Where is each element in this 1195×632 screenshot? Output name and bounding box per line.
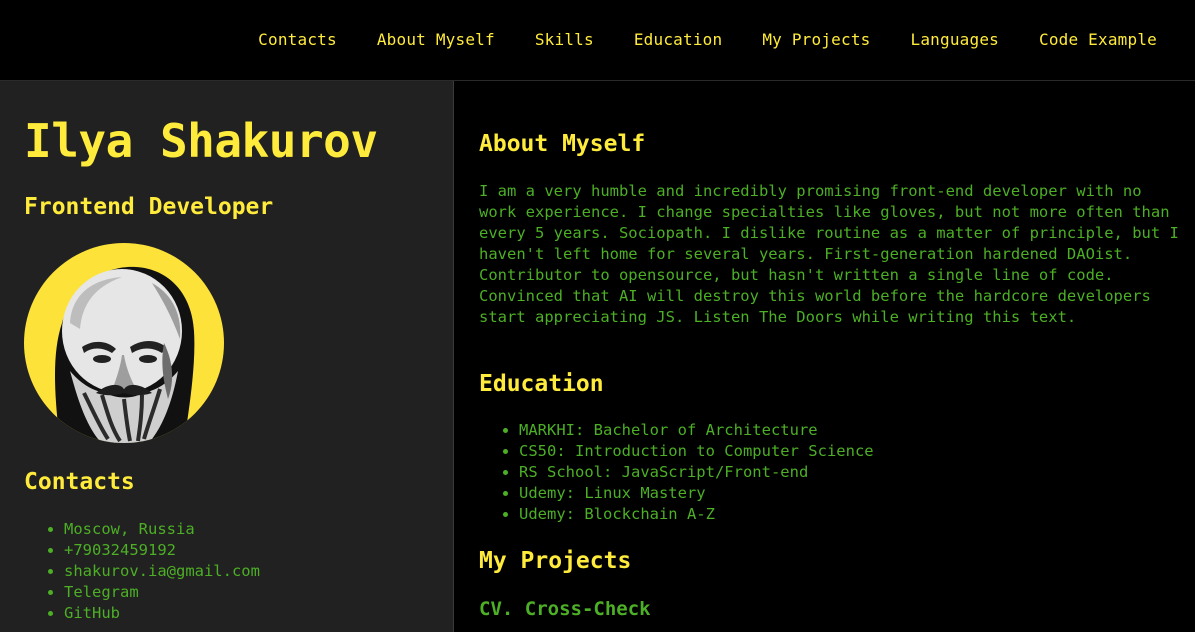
education-heading: Education — [479, 371, 604, 397]
contact-phone[interactable]: +79032459192 — [64, 540, 260, 561]
person-name: Ilya Shakurov — [24, 114, 378, 168]
nav-link-projects[interactable]: My Projects — [762, 30, 870, 49]
main-content: About Myself I am a very humble and incr… — [455, 81, 1195, 632]
education-list: MARKHI: Bachelor of Architecture CS50: I… — [479, 420, 874, 525]
projects-heading: My Projects — [479, 548, 632, 574]
bearded-man-portrait-icon — [55, 266, 195, 443]
nav-link-code-example[interactable]: Code Example — [1039, 30, 1157, 49]
nav-link-contacts[interactable]: Contacts — [258, 30, 337, 49]
contact-location: Moscow, Russia — [64, 519, 260, 540]
education-item: Udemy: Linux Mastery — [519, 483, 874, 504]
top-navigation: Contacts About Myself Skills Education M… — [0, 0, 1195, 81]
education-item: Udemy: Blockchain A-Z — [519, 504, 874, 525]
education-item: CS50: Introduction to Computer Science — [519, 441, 874, 462]
nav-link-languages[interactable]: Languages — [911, 30, 1000, 49]
contact-telegram[interactable]: Telegram — [64, 582, 260, 603]
nav-item-skills: Skills — [535, 30, 594, 50]
nav-item-code-example: Code Example — [1039, 30, 1157, 50]
about-text: I am a very humble and incredibly promis… — [479, 182, 1179, 326]
contact-github[interactable]: GitHub — [64, 603, 260, 624]
education-item: RS School: JavaScript/Front-end — [519, 462, 874, 483]
contact-email[interactable]: shakurov.ia@gmail.com — [64, 561, 260, 582]
job-title: Frontend Developer — [24, 194, 274, 220]
nav-item-projects: My Projects — [762, 30, 870, 50]
education-item: MARKHI: Bachelor of Architecture — [519, 420, 874, 441]
nav-item-education: Education — [634, 30, 723, 50]
nav-item-contacts: Contacts — [258, 30, 337, 50]
project-title[interactable]: CV. Cross-Check — [479, 595, 651, 623]
nav-item-languages: Languages — [911, 30, 1000, 50]
nav-menu: Contacts About Myself Skills Education M… — [258, 30, 1157, 50]
contacts-heading: Contacts — [24, 469, 135, 495]
sidebar: Ilya Shakurov Frontend Developer Contact… — [0, 81, 454, 632]
nav-link-about[interactable]: About Myself — [377, 30, 495, 49]
nav-link-skills[interactable]: Skills — [535, 30, 594, 49]
about-heading: About Myself — [479, 131, 646, 157]
nav-link-education[interactable]: Education — [634, 30, 723, 49]
nav-item-about: About Myself — [377, 30, 495, 50]
contacts-list: Moscow, Russia +79032459192 shakurov.ia@… — [24, 519, 260, 624]
avatar — [24, 243, 224, 443]
